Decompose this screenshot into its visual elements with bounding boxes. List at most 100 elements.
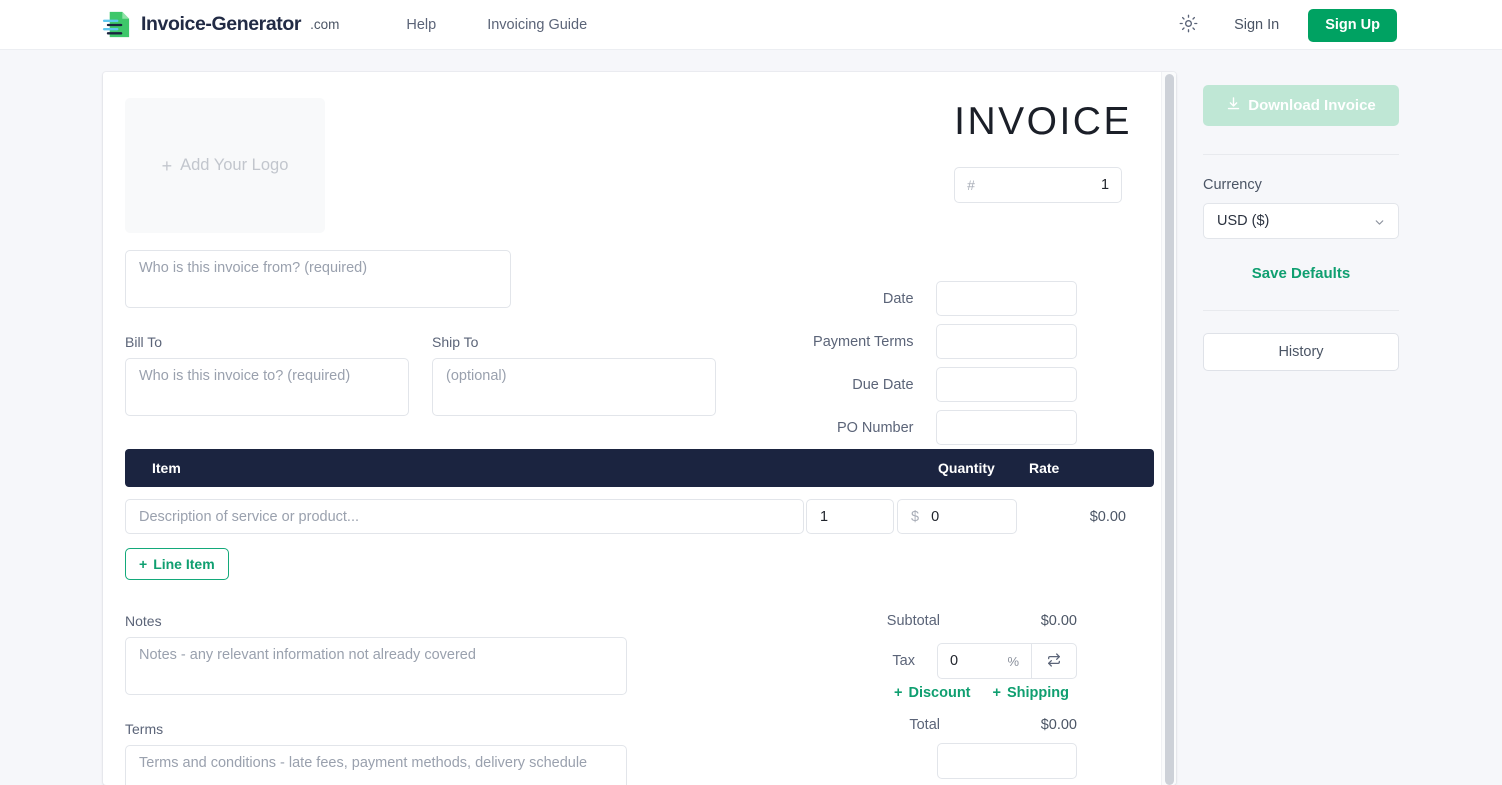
notes-input[interactable]: Notes - any relevant information not alr…: [125, 637, 627, 695]
invoice-header-row: + Add Your Logo INVOICE # 1: [123, 98, 1132, 233]
invoice-generator-logo-icon: [101, 9, 132, 40]
tax-rate-input[interactable]: 0 %: [937, 643, 1031, 679]
tax-rate-value: 0: [950, 653, 959, 669]
nav-right-group: Sign In Sign Up: [1173, 0, 1397, 50]
tax-row: Tax 0 %: [737, 643, 1077, 679]
plus-icon: +: [992, 685, 1001, 701]
due-date-input[interactable]: [935, 367, 1077, 402]
currency-symbol: $: [911, 508, 920, 525]
add-logo-label: Add Your Logo: [180, 156, 289, 174]
subtotal-label: Subtotal: [886, 613, 940, 629]
add-logo-inner: + Add Your Logo: [162, 156, 289, 175]
sign-in-link[interactable]: Sign In: [1234, 17, 1279, 33]
bill-to-input[interactable]: Who is this invoice to? (required): [125, 358, 409, 416]
terms-label: Terms: [125, 721, 164, 737]
po-number-input[interactable]: [935, 410, 1077, 445]
page-body: + Add Your Logo INVOICE # 1 Who is this …: [0, 50, 1502, 785]
date-input[interactable]: [935, 281, 1077, 316]
payment-terms-label: Payment Terms: [813, 333, 914, 350]
invoice-meta-fields: Date Payment Terms Due Date PO Number: [777, 281, 1077, 445]
line-item-quantity-input[interactable]: 1: [806, 499, 894, 534]
column-header-item: Item: [152, 460, 181, 476]
discount-label: Discount: [908, 685, 971, 701]
sidebar-divider-2: [1203, 310, 1399, 311]
bill-to-group: Bill To Who is this invoice to? (require…: [125, 334, 409, 416]
primary-nav-links: Help Invoicing Guide: [406, 17, 587, 33]
add-line-item-button[interactable]: + Line Item: [125, 548, 229, 580]
plus-icon: +: [139, 556, 148, 572]
total-value: $0.00: [1040, 717, 1077, 733]
currency-label: Currency: [1203, 177, 1262, 193]
top-navigation-bar: Invoice-Generator .com Help Invoicing Gui…: [0, 0, 1502, 50]
sign-up-button[interactable]: Sign Up: [1308, 8, 1397, 42]
scrollbar-thumb[interactable]: [1165, 74, 1174, 785]
terms-group: Terms Terms and conditions - late fees, …: [125, 721, 627, 785]
brand-tld: .com: [310, 17, 340, 32]
invoice-form-card: + Add Your Logo INVOICE # 1 Who is this …: [103, 72, 1176, 785]
brand-home-link[interactable]: Invoice-Generator .com: [101, 9, 339, 40]
table-row: Description of service or product... 1 $…: [125, 499, 1154, 534]
hash-icon: #: [967, 177, 975, 193]
percent-symbol: %: [1007, 653, 1019, 669]
content-wrapper: + Add Your Logo INVOICE # 1 Who is this …: [103, 72, 1399, 785]
bill-to-label: Bill To: [125, 334, 163, 350]
column-header-quantity: Quantity: [938, 460, 995, 476]
download-icon: [1226, 96, 1241, 115]
notes-label: Notes: [125, 613, 162, 629]
meta-row-po-number: PO Number: [777, 410, 1077, 445]
invoice-number-value: 1: [1101, 177, 1110, 193]
add-discount-link[interactable]: + Discount: [894, 685, 971, 701]
currency-value: USD ($): [1217, 213, 1270, 229]
invoice-from-input[interactable]: Who is this invoice from? (required): [125, 250, 511, 308]
subtotal-value: $0.00: [1040, 613, 1077, 629]
add-logo-dropzone[interactable]: + Add Your Logo: [125, 98, 325, 233]
tax-controls: 0 %: [937, 643, 1077, 679]
subtotal-row: Subtotal $0.00: [737, 613, 1077, 629]
amount-paid-input[interactable]: [937, 743, 1077, 779]
invoice-scrollbar[interactable]: [1161, 72, 1176, 785]
amount-paid-row: [737, 743, 1077, 779]
invoice-number-input[interactable]: # 1: [954, 167, 1123, 203]
plus-icon: +: [161, 155, 173, 176]
swap-icon: [1046, 652, 1062, 671]
download-invoice-button[interactable]: Download Invoice: [1203, 85, 1399, 126]
meta-row-date: Date: [777, 281, 1077, 316]
add-line-item-label: Line Item: [153, 556, 215, 572]
total-row: Total $0.00: [737, 717, 1077, 733]
ship-to-group: Ship To (optional): [432, 334, 716, 416]
invoice-title-column: INVOICE # 1: [954, 98, 1132, 233]
notes-column: Notes Notes - any relevant information n…: [125, 613, 627, 785]
totals-panel: Subtotal $0.00 Tax 0 % + Discount + Ship…: [737, 613, 1077, 779]
meta-row-payment-terms: Payment Terms: [777, 324, 1077, 359]
tax-label: Tax: [892, 653, 915, 669]
history-button[interactable]: History: [1203, 333, 1399, 371]
date-label: Date: [882, 290, 914, 307]
line-item-rate-input[interactable]: $ 0: [897, 499, 1017, 534]
po-number-label: PO Number: [836, 419, 914, 436]
line-items-table-header: Item Quantity Rate Amount: [125, 449, 1176, 487]
line-item-rate-value: 0: [931, 508, 940, 525]
ship-to-input[interactable]: (optional): [432, 358, 716, 416]
plus-icon: +: [894, 685, 903, 701]
currency-select[interactable]: USD ($): [1203, 203, 1399, 239]
brand-name: Invoice-Generator: [141, 13, 302, 35]
shipping-label: Shipping: [1006, 685, 1069, 701]
download-invoice-label: Download Invoice: [1248, 97, 1376, 114]
notes-and-totals-section: Notes Notes - any relevant information n…: [123, 613, 1132, 785]
sidebar-divider: [1203, 154, 1399, 155]
column-header-rate: Rate: [1029, 460, 1060, 476]
actions-sidebar: Download Invoice Currency USD ($) Save D…: [1203, 72, 1399, 785]
meta-row-due-date: Due Date: [777, 367, 1077, 402]
ship-to-label: Ship To: [432, 334, 479, 350]
line-item-description-input[interactable]: Description of service or product...: [125, 499, 804, 534]
add-shipping-link[interactable]: + Shipping: [993, 685, 1069, 701]
nav-link-help[interactable]: Help: [406, 17, 436, 33]
tax-type-swap-button[interactable]: [1031, 643, 1077, 679]
payment-terms-input[interactable]: [935, 324, 1077, 359]
due-date-label: Due Date: [852, 376, 914, 393]
terms-input[interactable]: Terms and conditions - late fees, paymen…: [125, 745, 627, 785]
sun-icon: [1179, 14, 1198, 36]
save-defaults-link[interactable]: Save Defaults: [1203, 265, 1399, 282]
nav-link-invoicing-guide[interactable]: Invoicing Guide: [487, 17, 587, 33]
theme-toggle-button[interactable]: [1173, 10, 1203, 40]
